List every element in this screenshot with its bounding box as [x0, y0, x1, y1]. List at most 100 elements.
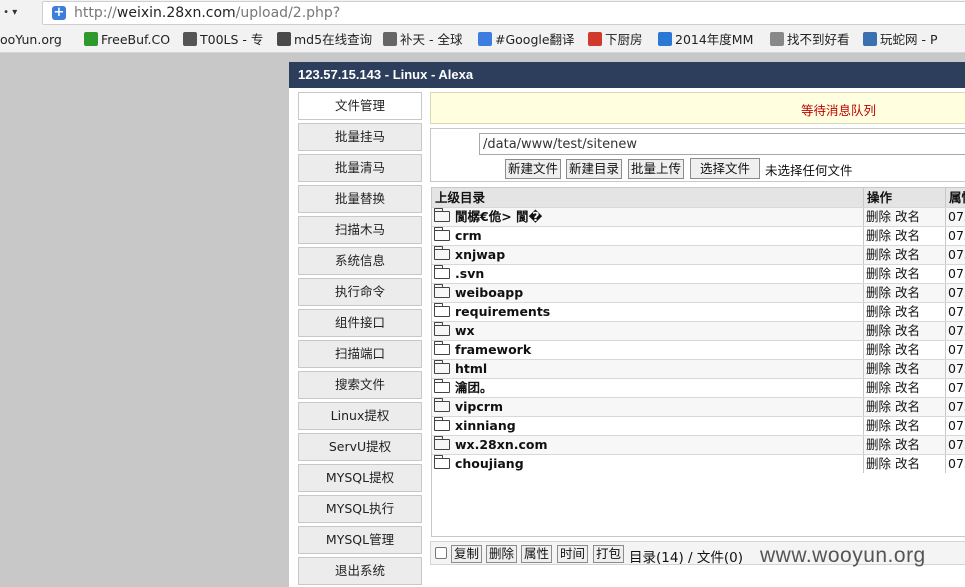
batch-upload-button[interactable]: 批量上传: [628, 159, 685, 179]
bookmark-item[interactable]: 2014年度MM: [658, 31, 753, 49]
row-actions[interactable]: 删除 改名: [864, 208, 946, 226]
menu-item[interactable]: ServU提权: [298, 433, 422, 461]
copy-button[interactable]: 复制: [451, 545, 483, 563]
row-actions[interactable]: 删除 改名: [864, 303, 946, 321]
menu-item[interactable]: 系统信息: [298, 247, 422, 275]
path-input[interactable]: [479, 133, 965, 155]
menu-item[interactable]: 批量清马: [298, 154, 422, 182]
row-permission[interactable]: 0755: [946, 341, 965, 359]
bookmark-item[interactable]: 补天 - 全球: [383, 31, 462, 49]
row-actions[interactable]: 删除 改名: [864, 322, 946, 340]
menu-item[interactable]: 执行命令: [298, 278, 422, 306]
bookmark-item[interactable]: ooYun.org: [0, 31, 62, 49]
row-permission[interactable]: 0755: [946, 265, 965, 283]
bookmark-item[interactable]: 玩蛇网 - P: [863, 31, 938, 49]
row-actions[interactable]: 删除 改名: [864, 360, 946, 378]
bookmark-item[interactable]: FreeBuf.CO: [84, 31, 170, 49]
row-actions[interactable]: 删除 改名: [864, 284, 946, 302]
row-permission[interactable]: 0755: [946, 379, 965, 397]
row-permission[interactable]: 0755: [946, 322, 965, 340]
delete-button[interactable]: 删除: [486, 545, 518, 563]
menu-item[interactable]: 文件管理: [298, 92, 422, 120]
site-info-icon[interactable]: +: [52, 6, 66, 20]
table-row: html 删除 改名0755: [432, 359, 965, 378]
folder-link[interactable]: xinniang: [432, 417, 864, 435]
folder-link[interactable]: xnjwap: [432, 246, 864, 264]
menu-item[interactable]: 搜索文件: [298, 371, 422, 399]
translate-icon: [478, 32, 492, 46]
table-row: xnjwap 删除 改名0755: [432, 245, 965, 264]
folder-icon: [434, 455, 450, 469]
row-actions[interactable]: 删除 改名: [864, 246, 946, 264]
menu-item[interactable]: 组件接口: [298, 309, 422, 337]
row-actions[interactable]: 删除 改名: [864, 341, 946, 359]
table-row: wx.28xn.com 删除 改名0755: [432, 435, 965, 454]
folder-link[interactable]: requirements: [432, 303, 864, 321]
menu-item[interactable]: 扫描木马: [298, 216, 422, 244]
bookmark-item[interactable]: 下厨房: [588, 31, 643, 49]
folder-link[interactable]: vipcrm: [432, 398, 864, 416]
row-actions[interactable]: 删除 改名: [864, 417, 946, 435]
pack-button[interactable]: 打包: [593, 545, 625, 563]
folder-name: crm: [455, 228, 482, 243]
folder-link[interactable]: crm: [432, 227, 864, 245]
row-permission[interactable]: 0755: [946, 227, 965, 245]
menu-item[interactable]: 批量挂马: [298, 123, 422, 151]
menu-item[interactable]: 扫描端口: [298, 340, 422, 368]
folder-icon: [434, 379, 450, 393]
folder-link[interactable]: html: [432, 360, 864, 378]
folder-link[interactable]: wx: [432, 322, 864, 340]
row-permission[interactable]: 0755: [946, 360, 965, 378]
bookmark-item[interactable]: md5在线查询: [277, 31, 372, 49]
folder-link[interactable]: weiboapp: [432, 284, 864, 302]
menu-item[interactable]: MYSQL执行: [298, 495, 422, 523]
menu-item[interactable]: 批量替换: [298, 185, 422, 213]
time-button[interactable]: 时间: [557, 545, 589, 563]
folder-link[interactable]: wx.28xn.com: [432, 436, 864, 454]
new-dir-button[interactable]: 新建目录: [566, 159, 623, 179]
row-permission[interactable]: 0755: [946, 208, 965, 226]
row-actions[interactable]: 删除 改名: [864, 398, 946, 416]
bookmark-item[interactable]: T00LS - 专: [183, 31, 263, 49]
row-actions[interactable]: 删除 改名: [864, 455, 946, 473]
menu-item[interactable]: Linux提权: [298, 402, 422, 430]
folder-link[interactable]: 閬樼€佹> 閬�: [432, 208, 864, 226]
page-icon: [770, 32, 784, 46]
row-permission[interactable]: 0755: [946, 303, 965, 321]
folder-link[interactable]: .svn: [432, 265, 864, 283]
bookmark-label: #Google翻译: [495, 32, 575, 47]
row-actions[interactable]: 删除 改名: [864, 265, 946, 283]
row-permission[interactable]: 0755: [946, 436, 965, 454]
row-actions[interactable]: 删除 改名: [864, 436, 946, 454]
table-row: wx 删除 改名0755: [432, 321, 965, 340]
row-actions[interactable]: 删除 改名: [864, 379, 946, 397]
url-text[interactable]: http://weixin.28xn.com/upload/2.php?: [74, 5, 340, 21]
row-permission[interactable]: 0755: [946, 398, 965, 416]
folder-link[interactable]: choujiang: [432, 455, 864, 473]
attr-button[interactable]: 属性: [521, 545, 553, 563]
star-icon: [383, 32, 397, 46]
parent-dir-link[interactable]: 上级目录: [432, 188, 864, 207]
row-permission[interactable]: 0755: [946, 284, 965, 302]
row-permission[interactable]: 0755: [946, 455, 965, 473]
menu-item[interactable]: 退出系统: [298, 557, 422, 585]
menu-item[interactable]: MYSQL管理: [298, 526, 422, 554]
file-table: 上级目录 操作 属性 閬樼€佹> 閬�删除 改名0755crm删除 改名0755…: [431, 187, 965, 537]
row-permission[interactable]: 0755: [946, 417, 965, 435]
menu-item[interactable]: MYSQL提权: [298, 464, 422, 492]
table-header: 上级目录 操作 属性: [432, 188, 965, 207]
bookmark-item[interactable]: 找不到好看: [770, 31, 850, 49]
shell-title: 123.57.15.143 - Linux - Alexa: [289, 62, 965, 88]
nav-dropdown-icon[interactable]: • ▾: [0, 4, 22, 22]
folder-link[interactable]: 瀹团。: [432, 379, 864, 397]
choose-file-button[interactable]: 选择文件: [690, 158, 760, 179]
bookmark-item[interactable]: #Google翻译: [478, 31, 575, 49]
folder-link[interactable]: framework: [432, 341, 864, 359]
select-all-checkbox[interactable]: [435, 547, 447, 559]
url-field[interactable]: + http://weixin.28xn.com/upload/2.php?: [42, 1, 965, 25]
watermark: www.wooyun.org: [760, 544, 926, 567]
new-file-button[interactable]: 新建文件: [505, 159, 562, 179]
folder-name: framework: [455, 342, 532, 357]
row-actions[interactable]: 删除 改名: [864, 227, 946, 245]
row-permission[interactable]: 0755: [946, 246, 965, 264]
